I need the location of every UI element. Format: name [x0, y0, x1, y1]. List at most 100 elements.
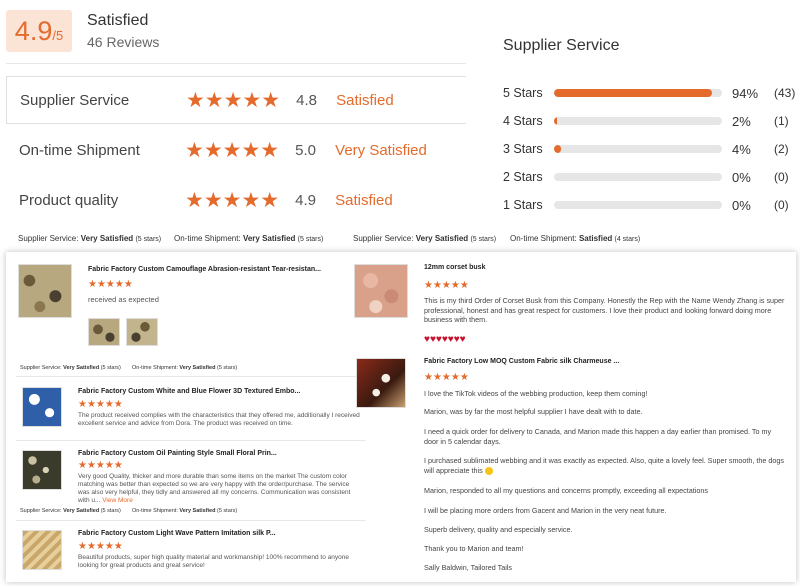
tag-count: (5 stars): [217, 508, 238, 514]
overall-score-denominator: /5: [52, 28, 64, 43]
product-thumbnail-oil-painting[interactable]: [22, 450, 62, 490]
tag-count: (5 stars): [135, 236, 162, 243]
review-tag: On-time Shipment: Very Satisfied (5 star…: [132, 365, 237, 371]
reviews-count: 46 Reviews: [87, 34, 160, 50]
metric-row-supplier-service[interactable]: Supplier Service ★★★★★ 4.8 Satisfied: [6, 76, 466, 124]
metric-row-product-quality[interactable]: Product quality ★★★★★ 4.9 Satisfied: [6, 176, 466, 224]
distribution-bar-fill: [554, 145, 561, 153]
distribution-row[interactable]: 2 Stars 0% (0): [503, 169, 800, 185]
review-text: The product received complies with the c…: [78, 412, 360, 427]
product-thumbnail-blue-flower[interactable]: [22, 387, 62, 427]
distribution-label: 5 Stars: [503, 86, 543, 100]
star-icon: ★★★★★: [78, 460, 123, 471]
review-line-text: I purchased sublimated webbing and it wa…: [424, 456, 784, 475]
distribution-count: (1): [774, 114, 789, 128]
metric-row-on-time-shipment[interactable]: On-time Shipment ★★★★★ 5.0 Very Satisfie…: [6, 126, 466, 174]
product-thumbnail-camouflage[interactable]: [18, 264, 72, 318]
tag-value: Very Satisfied: [242, 234, 296, 243]
metric-name: On-time Shipment: [19, 141, 140, 159]
product-thumbnail-charmeuse[interactable]: [356, 358, 406, 408]
metric-satisfaction: Very Satisfied: [335, 141, 427, 159]
review-text: This is my third Order of Corset Busk fr…: [424, 296, 785, 324]
review-product-title[interactable]: Fabric Factory Custom Oil Painting Style…: [78, 450, 277, 457]
star-icon: ★★★★★: [186, 88, 281, 112]
review-line: Marion, responded to all my questions an…: [424, 486, 708, 495]
view-more-link[interactable]: View More: [102, 497, 133, 504]
distribution-bar-fill: [554, 89, 712, 97]
tag-value: Very Satisfied: [179, 508, 216, 514]
tag-value: Very Satisfied: [63, 508, 100, 514]
star-icon: ★★★★★: [424, 280, 469, 291]
star-icon: ★★★★★: [78, 541, 123, 552]
metric-satisfaction: Satisfied: [335, 191, 393, 209]
star-icon: ★★★★★: [185, 138, 280, 162]
distribution-count: (2): [774, 142, 789, 156]
distribution-label: 1 Stars: [503, 198, 543, 212]
distribution-label: 2 Stars: [503, 170, 543, 184]
review-product-title[interactable]: Fabric Factory Low MOQ Custom Fabric sil…: [424, 358, 619, 365]
summary-tag: Supplier Service: Very Satisfied (5 star…: [18, 234, 161, 243]
review-product-title[interactable]: Fabric Factory Custom Camouflage Abrasio…: [88, 266, 321, 273]
review-photo[interactable]: [88, 318, 120, 346]
review-tag: Supplier Service: Very Satisfied (5 star…: [20, 365, 121, 371]
review-tag: On-time Shipment: Very Satisfied (5 star…: [132, 508, 237, 514]
divider: [16, 440, 366, 441]
smile-emoji-icon: [484, 466, 493, 475]
distribution-percent: 0%: [732, 197, 751, 213]
review-text: received as expected: [88, 295, 159, 304]
distribution-row[interactable]: 5 Stars 94% (43): [503, 85, 800, 101]
distribution-percent: 4%: [732, 141, 751, 157]
review-line: Superb delivery, quality and especially …: [424, 525, 573, 534]
tag-label: Supplier Service:: [18, 234, 79, 243]
review-line: I purchased sublimated webbing and it wa…: [424, 456, 786, 475]
overall-score-badge: 4.9 /5: [6, 10, 72, 52]
review-author: Sally Baldwin, Tailored Tails: [424, 563, 513, 572]
tag-label: On-time Shipment:: [510, 234, 577, 243]
product-thumbnail-light-wave[interactable]: [22, 530, 62, 570]
distribution-bar: [554, 117, 722, 125]
tag-count: (5 stars): [297, 236, 324, 243]
metric-value: 4.8: [296, 91, 317, 109]
review-text: Very good Quality, thicker and more dura…: [78, 473, 360, 505]
distribution-bar-fill: [554, 117, 558, 125]
distribution-row[interactable]: 3 Stars 4% (2): [503, 141, 800, 157]
star-icon: ★★★★★: [424, 372, 469, 383]
review-text: Beautiful products, super high quality m…: [78, 554, 349, 569]
distribution-row[interactable]: 4 Stars 2% (1): [503, 113, 800, 129]
tag-label: On-time Shipment:: [132, 508, 178, 514]
review-product-title[interactable]: Fabric Factory Custom Light Wave Pattern…: [78, 530, 276, 537]
review-line: Marion, was by far the most helpful supp…: [424, 407, 643, 416]
tag-count: (5 stars): [100, 365, 121, 371]
product-thumbnail-corset-busk[interactable]: [354, 264, 408, 318]
metric-satisfaction: Satisfied: [336, 91, 394, 109]
tag-label: Supplier Service:: [20, 365, 62, 371]
tag-label: Supplier Service:: [353, 234, 414, 243]
reviews-panel: Fabric Factory Custom Camouflage Abrasio…: [6, 252, 796, 582]
divider: [6, 63, 466, 64]
metric-value: 5.0: [295, 141, 316, 159]
tag-label: Supplier Service:: [20, 508, 62, 514]
distribution-row[interactable]: 1 Stars 0% (0): [503, 197, 800, 213]
distribution-count: (0): [774, 170, 789, 184]
distribution-label: 3 Stars: [503, 142, 543, 156]
review-line: I love the TikTok videos of the webbing …: [424, 389, 648, 398]
distribution-count: (43): [774, 86, 796, 100]
star-icon: ★★★★★: [185, 188, 280, 212]
tag-count: (5 stars): [470, 236, 497, 243]
distribution-bar: [554, 201, 722, 209]
distribution-label: 4 Stars: [503, 114, 543, 128]
metric-name: Product quality: [19, 191, 119, 209]
tag-count: (4 stars): [614, 236, 641, 243]
distribution-count: (0): [774, 198, 789, 212]
review-photo[interactable]: [126, 318, 158, 346]
star-icon: ★★★★★: [88, 279, 133, 290]
review-line: Thank you to Marion and team!: [424, 544, 524, 553]
review-product-title[interactable]: 12mm corset busk: [424, 264, 485, 271]
review-tag: Supplier Service: Very Satisfied (5 star…: [20, 508, 121, 514]
distribution-bar: [554, 173, 722, 181]
review-product-title[interactable]: Fabric Factory Custom White and Blue Flo…: [78, 388, 300, 395]
summary-tag: Supplier Service: Very Satisfied (5 star…: [353, 234, 496, 243]
supplier-service-title: Supplier Service: [503, 37, 620, 54]
star-icon: ★★★★★: [78, 399, 123, 410]
distribution-bar: [554, 145, 722, 153]
